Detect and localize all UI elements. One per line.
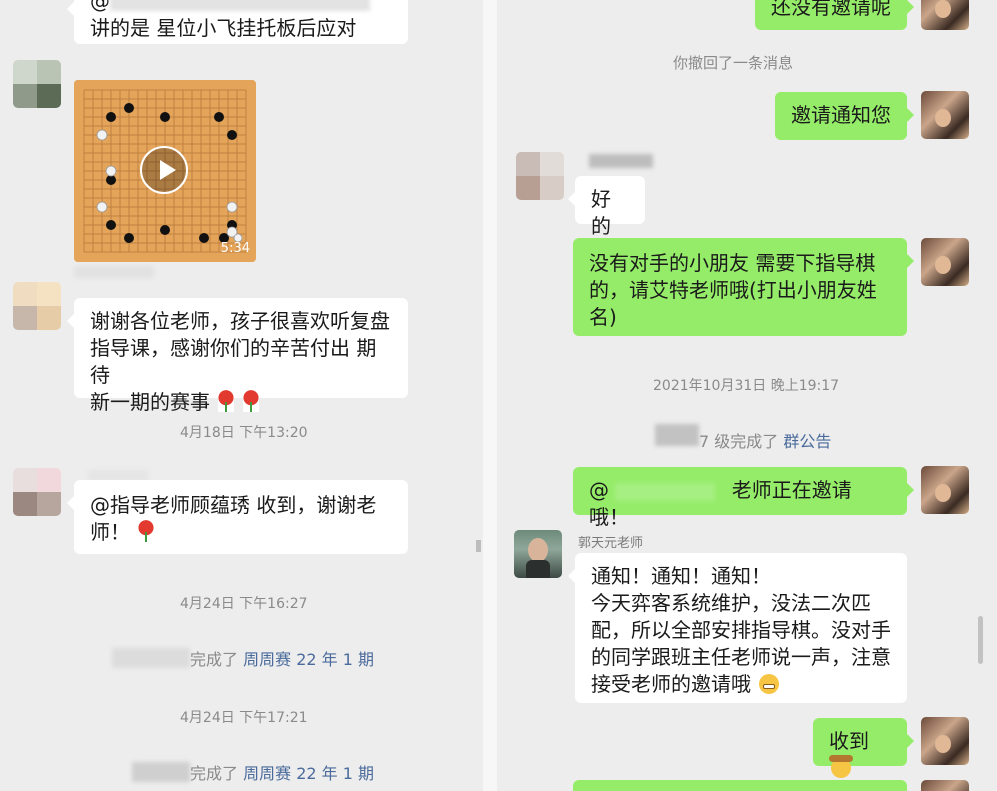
system-message: 完成了 周周赛 22 年 1 期 xyxy=(190,650,374,669)
scroll-marker xyxy=(476,540,481,552)
message-bubble-self[interactable] xyxy=(573,780,907,791)
scrollbar[interactable] xyxy=(978,616,983,664)
rose-emoji xyxy=(242,390,259,412)
grin-emoji xyxy=(759,674,780,694)
message-bubble[interactable]: 好的 xyxy=(568,176,645,238)
message-line: 谢谢各位老师，孩子很喜欢听复盘 xyxy=(90,309,390,333)
sender-name-blurred xyxy=(589,154,653,168)
message-line: 接受老师的邀请哦 xyxy=(591,671,891,698)
avatar[interactable] xyxy=(516,152,564,200)
panel-divider xyxy=(483,0,497,791)
message-bubble-self[interactable]: 还没有邀请呢 xyxy=(755,0,914,30)
message-line: 没有对手的小朋友 需要下指导棋 xyxy=(589,251,876,275)
system-message: 完成了 周周赛 22 年 1 期 xyxy=(190,764,374,783)
message-line: 新一期的赛事 xyxy=(90,389,392,416)
message-line: 通知！通知！通知！ xyxy=(591,564,771,588)
message-bubble-self[interactable]: 收到 xyxy=(813,718,914,778)
message-line: 名) xyxy=(589,305,617,329)
message-line: 今天弈客系统维护，没法二次匹 xyxy=(591,591,871,615)
message-line: @ xyxy=(90,0,392,15)
sender-name-blurred xyxy=(74,266,154,278)
play-icon[interactable] xyxy=(140,146,188,194)
timestamp: 4月18日 下午13:20 xyxy=(180,425,308,441)
announcement-link[interactable]: 群公告 xyxy=(783,432,831,451)
message-line: 配，所以全部安排指导棋。没对手 xyxy=(591,618,891,642)
avatar[interactable] xyxy=(13,468,61,516)
chat-panel-left: @ 讲的是 星位小飞挂托板后应对 5:34 谢谢各位老师，孩子很喜欢听复盘 指导… xyxy=(0,0,483,791)
my-avatar[interactable] xyxy=(921,91,969,139)
message-line: 讲的是 星位小飞挂托板后应对 xyxy=(90,16,357,40)
timestamp: 4月24日 下午17:21 xyxy=(180,710,308,726)
avatar[interactable] xyxy=(13,60,61,108)
timestamp: 2021年10月31日 晚上19:17 xyxy=(653,378,840,394)
message-line: 指导课，感谢你们的辛苦付出 期待 xyxy=(90,336,377,387)
video-message[interactable]: 5:34 xyxy=(74,80,256,262)
timestamp: 4月24日 下午16:27 xyxy=(180,596,308,612)
message-bubble[interactable]: 通知！通知！通知！ 今天弈客系统维护，没法二次匹 配，所以全部安排指导棋。没对手… xyxy=(568,553,907,703)
message-bubble-self[interactable]: 没有对手的小朋友 需要下指导棋 的，请艾特老师哦(打出小朋友姓 名) xyxy=(573,238,914,336)
message-bubble[interactable]: 谢谢各位老师，孩子很喜欢听复盘 指导课，感谢你们的辛苦付出 期待 新一期的赛事 xyxy=(67,298,408,414)
message-line: 的，请艾特老师哦(打出小朋友姓 xyxy=(589,278,877,302)
my-avatar[interactable] xyxy=(921,0,969,30)
message-bubble[interactable]: @指导老师顾蕴琇 收到，谢谢老 师！ xyxy=(67,480,408,554)
message-line: 师！ xyxy=(90,519,392,546)
system-message: 7 级完成了 群公告 xyxy=(699,432,832,451)
event-link[interactable]: 周周赛 22 年 1 期 xyxy=(243,764,374,783)
sender-name: 郭天元老师 xyxy=(578,536,644,551)
avatar[interactable] xyxy=(13,282,61,330)
member-name-blurred xyxy=(112,648,190,668)
message-line: @指导老师顾蕴琇 收到，谢谢老 xyxy=(90,493,377,517)
chat-panel-right: 还没有邀请呢 你撤回了一条消息 邀请通知您 好的 没有对手的小朋友 需要下指导棋… xyxy=(497,0,997,791)
my-avatar[interactable] xyxy=(921,780,969,791)
rose-emoji xyxy=(138,520,155,542)
message-bubble-self[interactable]: @ 老师正在邀请哦！ xyxy=(573,467,914,529)
member-name-blurred xyxy=(655,424,699,446)
my-avatar[interactable] xyxy=(921,717,969,765)
message-bubble[interactable]: @ 讲的是 星位小飞挂托板后应对 xyxy=(67,0,408,44)
event-link[interactable]: 周周赛 22 年 1 期 xyxy=(243,650,374,669)
message-bubble-self[interactable]: 邀请通知您 xyxy=(775,92,914,140)
my-avatar[interactable] xyxy=(921,238,969,286)
recall-notice: 你撤回了一条消息 xyxy=(673,54,794,72)
message-line: 的同学跟班主任老师说一声，注意 xyxy=(591,645,891,669)
my-avatar[interactable] xyxy=(921,466,969,514)
rose-emoji xyxy=(218,390,235,412)
member-name-blurred xyxy=(132,762,190,782)
cowboy-emoji xyxy=(829,755,853,778)
video-duration: 5:34 xyxy=(220,241,250,256)
teacher-avatar[interactable] xyxy=(514,530,562,578)
